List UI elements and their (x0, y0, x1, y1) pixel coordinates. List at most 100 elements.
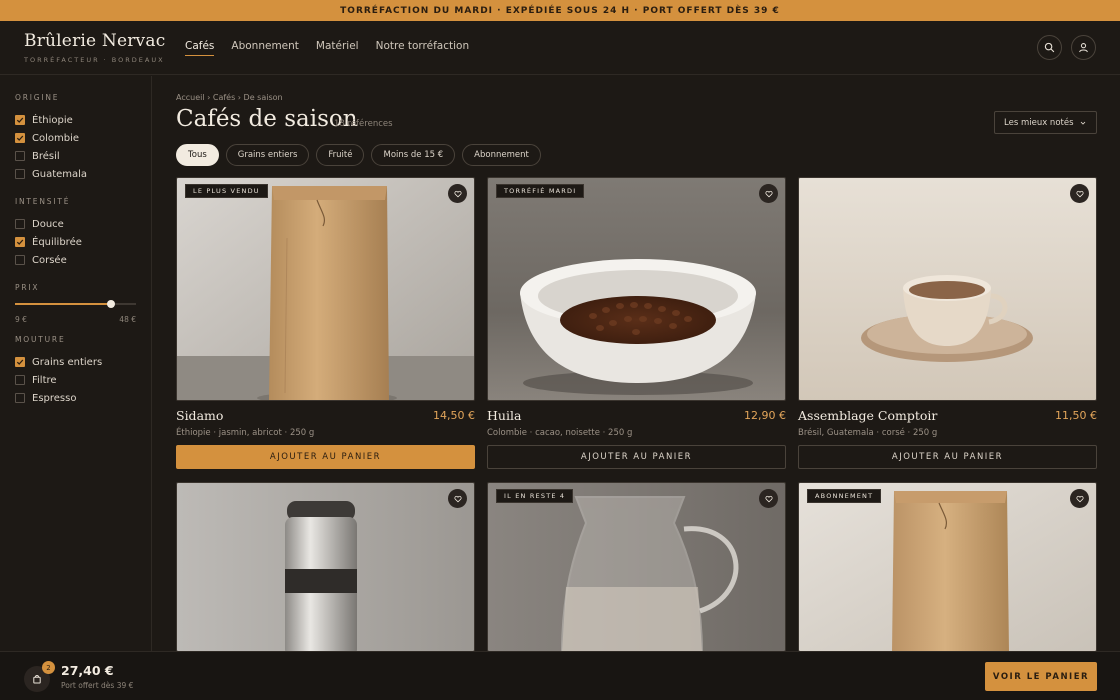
filter-option-colombie[interactable]: Colombie (15, 129, 87, 147)
filter-title: MOUTURE (15, 335, 66, 344)
product-name[interactable]: Assemblage Comptoir (798, 408, 937, 423)
product-image[interactable] (798, 177, 1097, 401)
search-button[interactable] (1037, 35, 1062, 60)
filter-option-guatemala[interactable]: Guatemala (15, 165, 87, 183)
promo-banner: TORRÉFACTION DU MARDI · EXPÉDIÉE SOUS 24… (0, 0, 1120, 21)
product-image[interactable]: TORRÉFIÉ MARDI (487, 177, 786, 401)
checkbox[interactable] (15, 169, 25, 179)
chevron-down-icon (1080, 121, 1086, 125)
product-card[interactable]: LE PLUS VENDU Sidamo 14,50 € Éthiopie · … (176, 177, 475, 470)
product-image[interactable] (176, 482, 475, 652)
user-icon (1079, 43, 1088, 53)
favorite-button[interactable] (1070, 184, 1089, 203)
brand-logo[interactable]: Brûlerie Nervac TORRÉFACTEUR · BORDEAUX (24, 31, 165, 64)
checkbox[interactable] (15, 357, 25, 367)
heart-icon (453, 190, 462, 197)
filter-option-equilibree[interactable]: Équilibrée (15, 233, 82, 251)
checkbox[interactable] (15, 151, 25, 161)
checkbox[interactable] (15, 133, 25, 143)
favorite-button[interactable] (448, 489, 467, 508)
product-image[interactable]: LE PLUS VENDU (176, 177, 475, 401)
price-slider-handle[interactable] (107, 300, 116, 308)
product-description: Colombie · cacao, noisette · 250 g (487, 428, 633, 438)
product-card[interactable]: TORRÉFIÉ MARDI Huila 12,90 € Colombie · … (487, 177, 786, 470)
brand-tagline: TORRÉFACTEUR · BORDEAUX (24, 56, 165, 64)
product-badge: LE PLUS VENDU (185, 184, 268, 198)
add-to-cart-button[interactable]: AJOUTER AU PANIER (487, 445, 786, 469)
favorite-button[interactable] (759, 184, 778, 203)
product-card[interactable]: ABONNEMENT (798, 482, 1097, 652)
add-to-cart-button[interactable]: AJOUTER AU PANIER (176, 445, 475, 469)
filter-title: INTENSITÉ (15, 197, 71, 206)
checkbox[interactable] (15, 115, 25, 125)
filter-option-label: Corsée (32, 254, 67, 266)
filter-title: ORIGINE (15, 93, 60, 102)
kraft-bag-image (799, 483, 1096, 651)
nav-item-materiel[interactable]: Matériel (316, 40, 359, 56)
chip-grains-entiers[interactable]: Grains entiers (225, 144, 310, 166)
product-description: Brésil, Guatemala · corsé · 250 g (798, 428, 938, 438)
product-description: Éthiopie · jasmin, abricot · 250 g (176, 428, 315, 438)
product-card[interactable] (176, 482, 475, 652)
cart-count-badge: 2 (42, 661, 55, 674)
heart-icon (764, 495, 773, 502)
checkmark-icon (16, 117, 24, 123)
chip-tous[interactable]: Tous (176, 144, 219, 166)
filter-option-douce[interactable]: Douce (15, 215, 82, 233)
nav-item-cafes[interactable]: Cafés (185, 40, 215, 56)
filter-option-label: Éthiopie (32, 114, 73, 126)
nav-item-torrefaction[interactable]: Notre torréfaction (376, 40, 470, 56)
filter-option-ethiopie[interactable]: Éthiopie (15, 111, 87, 129)
heart-icon (764, 190, 773, 197)
bean-bowl-image (488, 178, 785, 400)
page-title: Cafés de saison (176, 106, 358, 132)
heart-icon (1075, 495, 1084, 502)
filter-option-label: Filtre (32, 374, 57, 386)
filter-option-label: Colombie (32, 132, 80, 144)
filter-option-corsee[interactable]: Corsée (15, 251, 82, 269)
checkbox[interactable] (15, 375, 25, 385)
favorite-button[interactable] (1070, 489, 1089, 508)
filter-group-origin: ORIGINE Éthiopie Colombie Brésil Guatema… (15, 93, 87, 183)
cart-button[interactable]: 2 (24, 661, 55, 692)
checkbox[interactable] (15, 393, 25, 403)
product-card[interactable]: IL EN RESTE 4 (487, 482, 786, 652)
filter-sidebar: ORIGINE Éthiopie Colombie Brésil Guatema… (0, 76, 152, 651)
view-cart-button[interactable]: VOIR LE PANIER (985, 662, 1097, 691)
checkbox[interactable] (15, 237, 25, 247)
filter-option-grains-entiers[interactable]: Grains entiers (15, 353, 102, 371)
nav-item-abonnement[interactable]: Abonnement (231, 40, 299, 56)
filter-option-filtre[interactable]: Filtre (15, 371, 102, 389)
product-card[interactable]: Assemblage Comptoir 11,50 € Brésil, Guat… (798, 177, 1097, 470)
sort-select-value: Les mieux notés (1004, 117, 1074, 128)
checkmark-icon (16, 359, 24, 365)
filter-title: PRIX (15, 283, 40, 292)
product-image[interactable]: IL EN RESTE 4 (487, 482, 786, 652)
add-to-cart-button[interactable]: AJOUTER AU PANIER (798, 445, 1097, 469)
breadcrumb[interactable]: Accueil › Cafés › De saison (176, 93, 283, 102)
price-slider[interactable] (15, 300, 136, 308)
account-button[interactable] (1071, 35, 1096, 60)
chip-fruite[interactable]: Fruité (316, 144, 365, 166)
chip-abonnement[interactable]: Abonnement (462, 144, 541, 166)
cart-bar: 2 27,40 € Port offert dès 39 € VOIR LE P… (0, 651, 1120, 700)
checkmark-icon (16, 135, 24, 141)
heart-icon (1075, 190, 1084, 197)
favorite-button[interactable] (448, 184, 467, 203)
price-slider-fill (15, 303, 112, 305)
product-name[interactable]: Huila (487, 408, 521, 423)
filter-option-bresil[interactable]: Brésil (15, 147, 87, 165)
sort-select[interactable]: Les mieux notés (994, 111, 1097, 134)
product-name[interactable]: Sidamo (176, 408, 223, 423)
product-price: 12,90 € (744, 409, 786, 422)
filter-option-label: Grains entiers (32, 356, 103, 368)
heart-icon (453, 495, 462, 502)
filter-option-espresso[interactable]: Espresso (15, 389, 102, 407)
chip-moins-de-15[interactable]: Moins de 15 € (371, 144, 456, 166)
filter-option-label: Douce (32, 218, 64, 230)
favorite-button[interactable] (759, 489, 778, 508)
checkbox[interactable] (15, 219, 25, 229)
checkbox[interactable] (15, 255, 25, 265)
thermos-image (177, 483, 474, 651)
product-image[interactable]: ABONNEMENT (798, 482, 1097, 652)
